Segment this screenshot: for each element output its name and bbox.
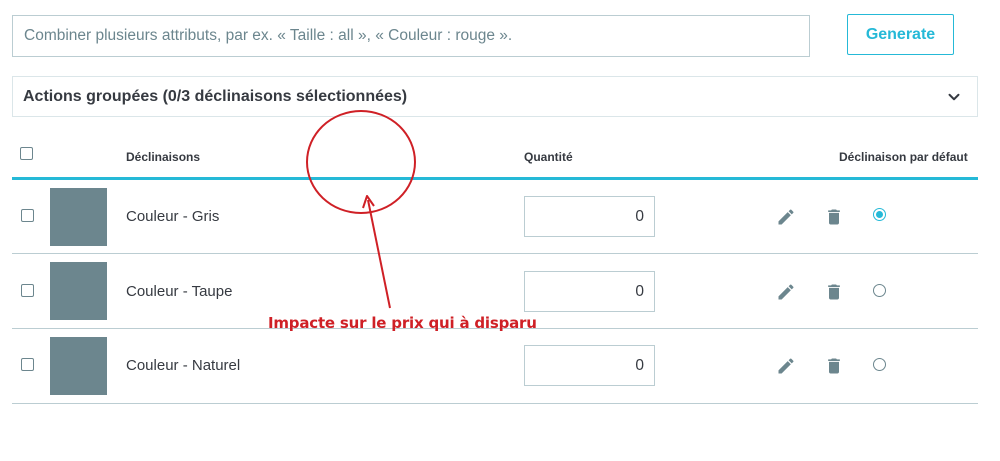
generate-button[interactable]: Generate: [847, 14, 954, 55]
table-header-divider: [12, 177, 978, 180]
default-combination-radio[interactable]: [873, 358, 886, 371]
pencil-icon[interactable]: [776, 282, 796, 302]
quantity-input[interactable]: [524, 345, 655, 386]
trash-icon[interactable]: [824, 207, 844, 227]
column-header-quantity: Quantité: [524, 150, 573, 164]
quantity-input[interactable]: [524, 196, 655, 237]
attribute-search-input[interactable]: [12, 15, 810, 57]
trash-icon[interactable]: [824, 356, 844, 376]
bulk-actions-title: Actions groupées (0/3 déclinaisons sélec…: [23, 87, 408, 105]
combination-thumbnail: [50, 262, 107, 320]
select-all-checkbox[interactable]: [20, 147, 33, 160]
chevron-down-icon: [948, 93, 960, 100]
combination-label: Couleur - Naturel: [126, 357, 241, 374]
row-checkbox[interactable]: [21, 284, 34, 297]
pencil-icon[interactable]: [776, 356, 796, 376]
annotation-text: Impacte sur le prix qui à disparu: [268, 314, 537, 332]
combination-thumbnail: [50, 188, 107, 246]
combination-thumbnail: [50, 337, 107, 395]
pencil-icon[interactable]: [776, 207, 796, 227]
row-divider: [12, 403, 978, 404]
annotation-arrow-icon: [362, 195, 391, 309]
quantity-input[interactable]: [524, 271, 655, 312]
combination-label: Couleur - Taupe: [126, 283, 233, 300]
bulk-actions-toggle[interactable]: Actions groupées (0/3 déclinaisons sélec…: [12, 76, 978, 117]
trash-icon[interactable]: [824, 282, 844, 302]
default-combination-radio[interactable]: [873, 208, 886, 221]
default-combination-radio[interactable]: [873, 284, 886, 297]
row-divider: [12, 253, 978, 254]
row-checkbox[interactable]: [21, 209, 34, 222]
row-checkbox[interactable]: [21, 358, 34, 371]
column-header-combinations: Déclinaisons: [126, 150, 201, 164]
column-header-default: Déclinaison par défaut: [839, 150, 968, 164]
combination-label: Couleur - Gris: [126, 208, 220, 225]
